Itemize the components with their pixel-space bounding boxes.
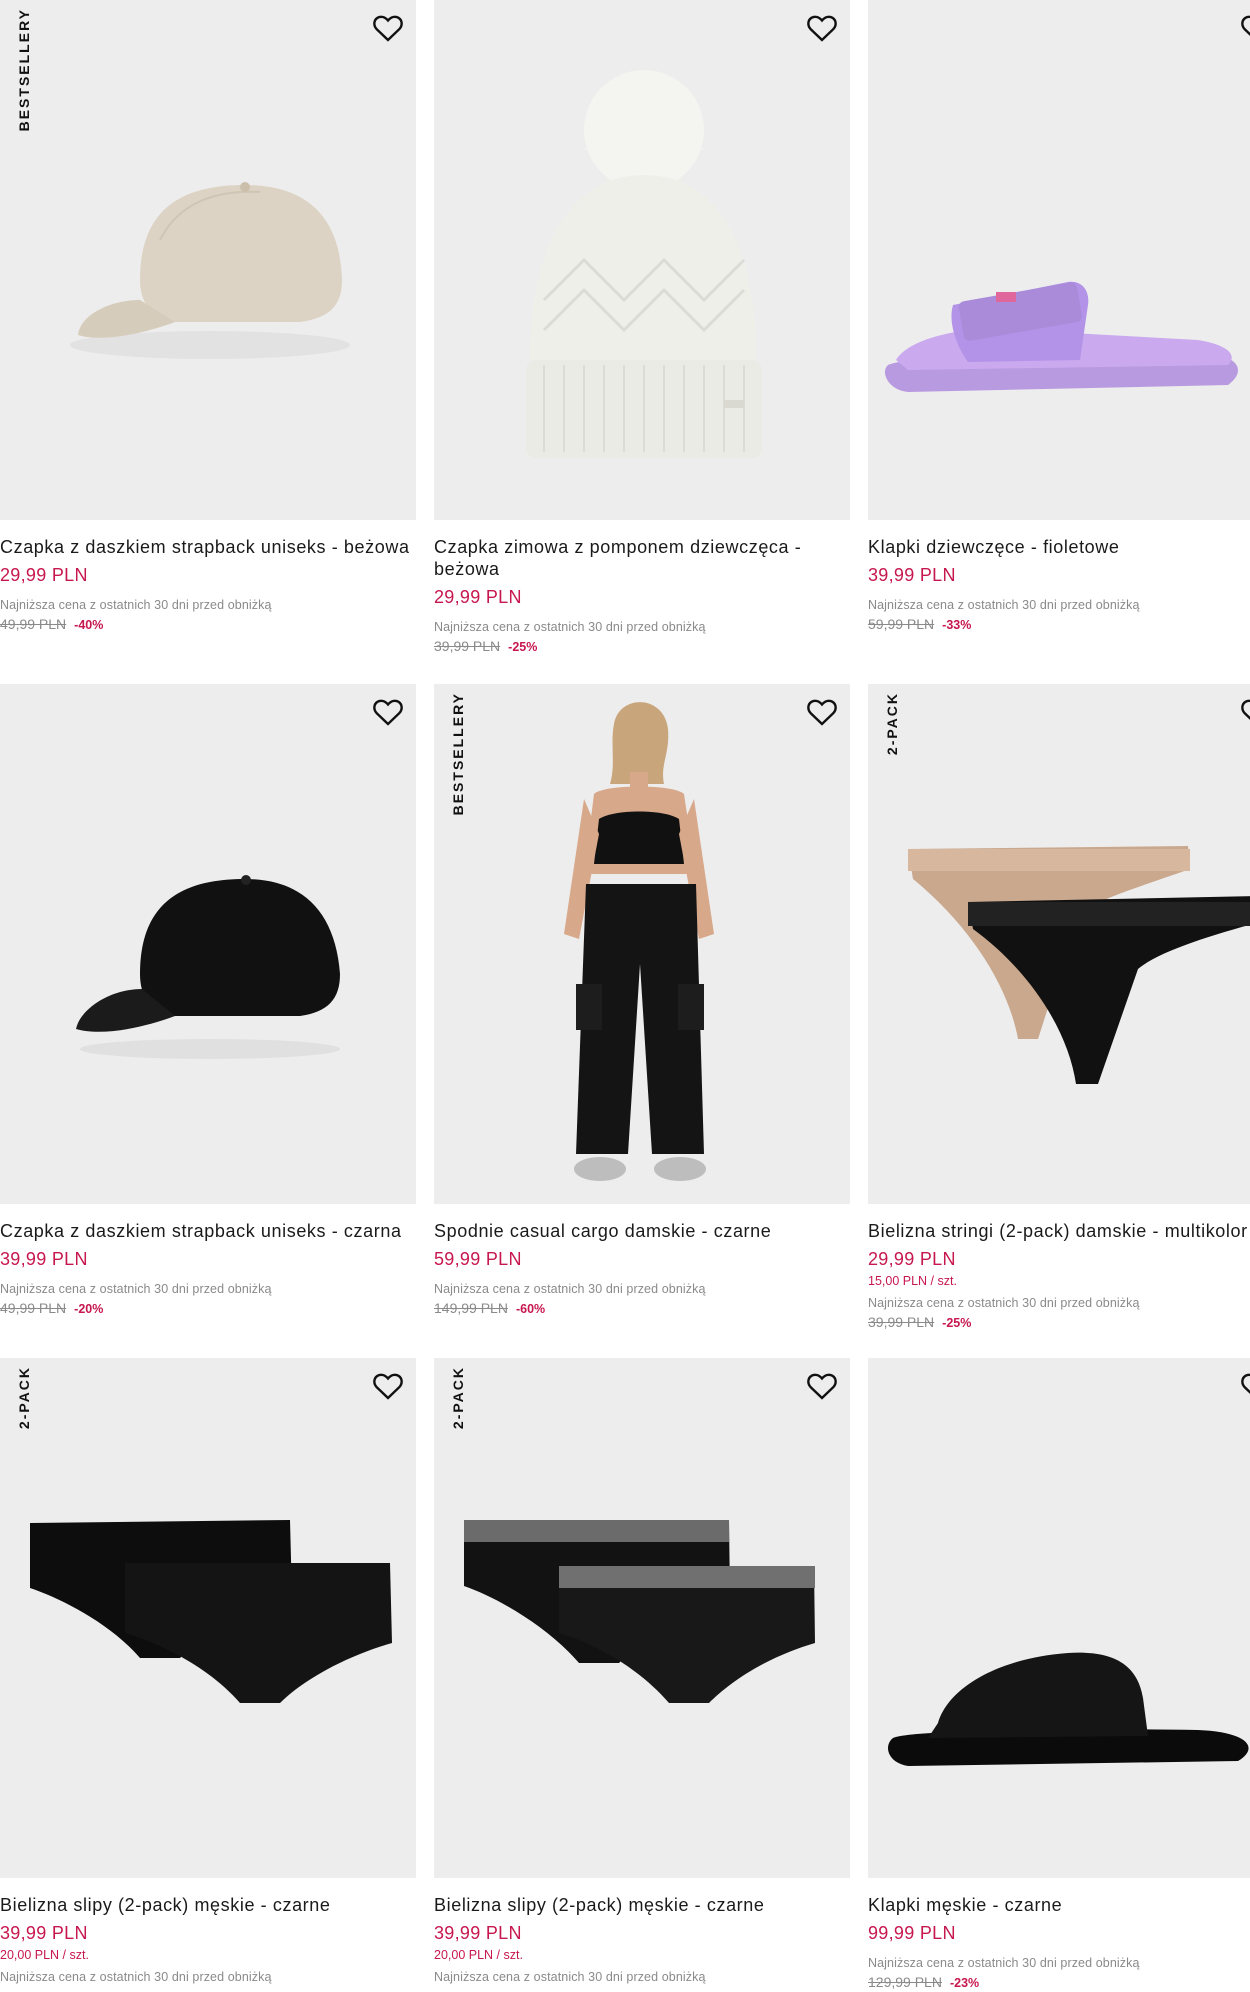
2-pack-badge: 2-PACK: [884, 692, 900, 756]
product-price: 39,99 PLN: [868, 565, 956, 585]
product-card[interactable]: 2-PACK Bielizna slipy (2-pack) męskie - …: [0, 1358, 416, 1984]
lowest-price-note: Najniższa cena z ostatnich 30 dni przed …: [868, 1956, 1140, 1970]
old-price-row: 39,99 PLN -25%: [434, 638, 850, 654]
discount-badge: -23%: [949, 1976, 980, 1990]
product-title[interactable]: Czapka z daszkiem strapback uniseks - cz…: [0, 1220, 416, 1242]
product-image[interactable]: 2-PACK: [0, 1358, 416, 1878]
product-price: 29,99 PLN: [434, 587, 522, 607]
product-image[interactable]: 2-PACK: [434, 1358, 850, 1878]
unit-price: 15,00 PLN / szt.: [868, 1274, 957, 1288]
discount-badge: -25%: [942, 1316, 972, 1330]
product-title[interactable]: Spodnie casual cargo damskie - czarne: [434, 1220, 850, 1242]
product-title[interactable]: Czapka z daszkiem strapback uniseks - be…: [0, 536, 416, 558]
product-title[interactable]: Bielizna slipy (2-pack) męskie - czarne: [0, 1894, 416, 1916]
product-card[interactable]: BESTSELLERY Spodnie casual cargo damskie…: [434, 684, 850, 1316]
product-price: 29,99 PLN: [0, 565, 88, 585]
unit-price: 20,00 PLN / szt.: [434, 1948, 523, 1962]
lowest-price-note: Najniższa cena z ostatnich 30 dni przed …: [0, 598, 272, 612]
product-image[interactable]: [434, 0, 850, 520]
heart-icon[interactable]: [1236, 1366, 1250, 1406]
heart-icon[interactable]: [368, 8, 408, 48]
lowest-price-note: Najniższa cena z ostatnich 30 dni przed …: [0, 1970, 272, 1984]
product-price: 29,99 PLN: [868, 1249, 956, 1269]
old-price-row: 149,99 PLN -60%: [434, 1300, 850, 1316]
old-price: 59,99 PLN: [868, 616, 935, 632]
product-image[interactable]: BESTSELLERY: [0, 0, 416, 520]
product-card[interactable]: Czapka z daszkiem strapback uniseks - cz…: [0, 684, 416, 1316]
model-cargo-pants-image: [564, 702, 714, 1181]
lowest-price-note: Najniższa cena z ostatnich 30 dni przed …: [434, 1282, 706, 1296]
product-card[interactable]: 2-PACK Bielizna slipy (2-pack) męskie - …: [434, 1358, 850, 1984]
old-price-row: 49,99 PLN -20%: [0, 1300, 416, 1316]
black-cap-image: [76, 875, 340, 1059]
lowest-price-note: Najniższa cena z ostatnich 30 dni przed …: [434, 620, 706, 634]
old-price-row: 129,99 PLN -23%: [868, 1974, 1250, 1990]
2-pack-badge: 2-PACK: [450, 1366, 466, 1430]
product-card[interactable]: Klapki dziewczęce - fioletowe 39,99 PLN …: [868, 0, 1250, 632]
thongs-2pack-image: [908, 846, 1250, 1084]
product-card[interactable]: Klapki męskie - czarne 99,99 PLN Najniżs…: [868, 1358, 1250, 1990]
sport-briefs-2pack-image: [464, 1520, 815, 1703]
heart-icon[interactable]: [368, 1366, 408, 1406]
product-image[interactable]: [868, 1358, 1250, 1878]
purple-slide-image: [884, 281, 1238, 392]
heart-icon[interactable]: [368, 692, 408, 732]
product-title[interactable]: Klapki męskie - czarne: [868, 1894, 1250, 1916]
product-title[interactable]: Bielizna stringi (2-pack) damskie - mult…: [868, 1220, 1250, 1242]
heart-icon[interactable]: [802, 692, 842, 732]
old-price: 49,99 PLN: [0, 1300, 67, 1316]
product-price: 39,99 PLN: [0, 1923, 88, 1943]
heart-icon[interactable]: [1236, 692, 1250, 732]
product-price: 39,99 PLN: [0, 1249, 88, 1269]
lowest-price-note: Najniższa cena z ostatnich 30 dni przed …: [434, 1970, 706, 1984]
bestseller-badge: BESTSELLERY: [16, 8, 32, 132]
old-price: 129,99 PLN: [868, 1974, 942, 1990]
discount-badge: -25%: [508, 640, 538, 654]
lowest-price-note: Najniższa cena z ostatnich 30 dni przed …: [0, 1282, 272, 1296]
product-title[interactable]: Czapka zimowa z pomponem dziewczęca - be…: [434, 536, 850, 580]
heart-icon[interactable]: [1236, 8, 1250, 48]
unit-price: 20,00 PLN / szt.: [0, 1948, 89, 1962]
discount-badge: -20%: [74, 1302, 104, 1316]
product-image[interactable]: BESTSELLERY: [434, 684, 850, 1204]
product-image[interactable]: [0, 684, 416, 1204]
old-price-row: 49,99 PLN -40%: [0, 616, 416, 632]
product-image[interactable]: 2-PACK: [868, 684, 1250, 1204]
discount-badge: -60%: [515, 1302, 546, 1316]
product-image[interactable]: [868, 0, 1250, 520]
briefs-2pack-image: [30, 1520, 392, 1703]
old-price: 149,99 PLN: [434, 1300, 508, 1316]
bestseller-badge: BESTSELLERY: [450, 692, 466, 816]
black-slide-image: [888, 1652, 1249, 1766]
product-card[interactable]: Czapka zimowa z pomponem dziewczęca - be…: [434, 0, 850, 654]
old-price: 39,99 PLN: [434, 638, 501, 654]
product-title[interactable]: Klapki dziewczęce - fioletowe: [868, 536, 1250, 558]
old-price-row: 59,99 PLN -33%: [868, 616, 1250, 632]
heart-icon[interactable]: [802, 8, 842, 48]
product-price: 39,99 PLN: [434, 1923, 522, 1943]
heart-icon[interactable]: [802, 1366, 842, 1406]
old-price: 39,99 PLN: [868, 1314, 935, 1330]
discount-badge: -40%: [74, 618, 104, 632]
product-price: 99,99 PLN: [868, 1923, 956, 1943]
lowest-price-note: Najniższa cena z ostatnich 30 dni przed …: [868, 1296, 1140, 1310]
lowest-price-note: Najniższa cena z ostatnich 30 dni przed …: [868, 598, 1140, 612]
product-card[interactable]: BESTSELLERY Czapka z daszkiem strapback …: [0, 0, 416, 632]
discount-badge: -33%: [942, 618, 972, 632]
beanie-image: [526, 70, 762, 458]
product-title[interactable]: Bielizna slipy (2-pack) męskie - czarne: [434, 1894, 850, 1916]
2-pack-badge: 2-PACK: [16, 1366, 32, 1430]
product-card[interactable]: 2-PACK Bielizna stringi (2-pack) damskie…: [868, 684, 1250, 1330]
old-price: 49,99 PLN: [0, 616, 67, 632]
old-price-row: 39,99 PLN -25%: [868, 1314, 1250, 1330]
product-price: 59,99 PLN: [434, 1249, 522, 1269]
beige-cap-image: [70, 182, 350, 359]
